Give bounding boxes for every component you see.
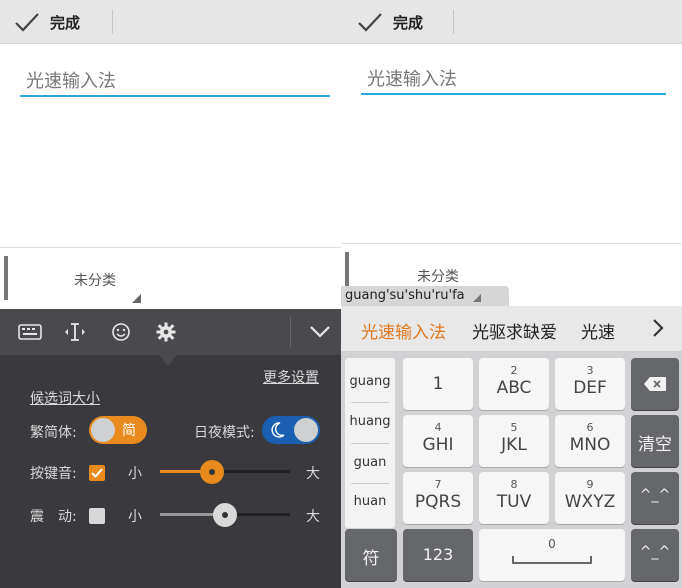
left-screenshot: 完成 未分类 更多设置 候选词大小 繁简体: 简	[0, 0, 341, 588]
emoticon-key-2[interactable]: ^_^	[631, 529, 679, 581]
done-button[interactable]: 完成	[14, 9, 80, 35]
slider-max-label: 大	[306, 466, 320, 482]
t9-keyboard: guang huang guan huan 1 2 ABC 3 DEF 4 GH…	[341, 352, 682, 588]
slider-min-label: 小	[128, 509, 142, 525]
key-6-mno[interactable]: 6 MNO	[555, 415, 625, 467]
expand-candidates-chevron-icon[interactable]	[652, 318, 664, 342]
emoticon-key[interactable]: ^_^	[631, 472, 679, 524]
divider	[290, 317, 291, 347]
emoji-icon[interactable]	[109, 321, 133, 343]
settings-pointer	[158, 354, 178, 366]
done-button[interactable]: 完成	[357, 9, 423, 35]
candidate-2[interactable]: 光驱求缺爱	[472, 318, 557, 343]
clear-key[interactable]: 清空	[631, 415, 679, 467]
collapse-chevron-icon[interactable]	[308, 321, 332, 343]
action-bar: 完成	[341, 0, 682, 44]
keyboard-icon[interactable]	[18, 321, 42, 343]
title-input[interactable]	[361, 65, 666, 95]
candidate-size-link[interactable]: 候选词大小	[30, 388, 100, 408]
category-indicator	[4, 256, 8, 300]
slider-min-label: 小	[128, 466, 142, 482]
trad-simp-value: 简	[122, 423, 136, 439]
done-label: 完成	[393, 13, 424, 32]
candidate-1[interactable]: 光速输入法	[361, 318, 446, 343]
key-sound-label: 按键音:	[30, 466, 77, 482]
divider	[351, 402, 389, 403]
candidate-3[interactable]: 光速	[581, 318, 615, 343]
moon-icon	[271, 422, 285, 438]
space-bar-icon	[512, 556, 592, 564]
symbol-key[interactable]: 符	[345, 529, 397, 581]
key-1[interactable]: 1	[403, 358, 473, 410]
pinyin-option[interactable]: huan	[345, 494, 395, 509]
pinyin-column: guang huang guan huan	[345, 358, 395, 528]
category-indicator	[345, 252, 349, 288]
action-bar: 完成	[0, 0, 341, 44]
slider-handle[interactable]	[200, 460, 224, 484]
divider	[351, 483, 389, 484]
slider-handle[interactable]	[213, 503, 237, 527]
trad-simp-label: 繁简体:	[30, 425, 77, 441]
toggle-knob	[294, 418, 318, 442]
divider	[453, 10, 454, 34]
space-key[interactable]: 0	[479, 529, 625, 581]
pinyin-composition: guang'su'shu'ru'fa	[341, 286, 509, 306]
vibration-checkbox[interactable]	[89, 508, 105, 524]
settings-panel: 更多设置 候选词大小 繁简体: 简 日夜模式: 按键音: 小 大 震 动: 小 …	[0, 355, 341, 588]
pinyin-text: guang'su'shu'ru'fa	[345, 288, 465, 303]
gear-icon[interactable]	[154, 321, 178, 343]
category-label: 未分类	[417, 269, 459, 285]
night-mode-label: 日夜模式:	[194, 425, 255, 441]
divider	[0, 247, 341, 248]
trad-simp-toggle[interactable]: 简	[89, 416, 147, 444]
key-5-jkl[interactable]: 5 JKL	[479, 415, 549, 467]
night-mode-toggle[interactable]	[262, 416, 320, 444]
corner-icon	[473, 294, 481, 302]
divider	[112, 10, 113, 34]
backspace-icon	[644, 377, 666, 391]
more-settings-link[interactable]: 更多设置	[263, 367, 319, 387]
right-screenshot: 完成 未分类 guang'su'shu'ru'fa 光速输入法 光驱求缺爱 光速…	[341, 0, 682, 588]
toggle-knob	[91, 418, 115, 442]
cursor-icon[interactable]	[63, 321, 87, 343]
divider	[341, 243, 682, 244]
slider-max-label: 大	[306, 509, 320, 525]
divider	[351, 443, 389, 444]
number-mode-key[interactable]: 123	[403, 529, 473, 581]
checkmark-icon	[15, 13, 39, 32]
key-2-abc[interactable]: 2 ABC	[479, 358, 549, 410]
dropdown-corner-icon	[132, 294, 141, 303]
key-sound-checkbox[interactable]	[89, 465, 105, 481]
key-sound-slider[interactable]	[160, 460, 290, 484]
category-label: 未分类	[74, 273, 116, 289]
backspace-key[interactable]	[631, 358, 679, 410]
key-4-ghi[interactable]: 4 GHI	[403, 415, 473, 467]
vibration-slider[interactable]	[160, 503, 290, 527]
key-9-wxyz[interactable]: 9 WXYZ	[555, 472, 625, 524]
key-8-tuv[interactable]: 8 TUV	[479, 472, 549, 524]
pinyin-option[interactable]: guang	[345, 374, 395, 389]
checkmark-icon	[91, 468, 103, 478]
key-3-def[interactable]: 3 DEF	[555, 358, 625, 410]
candidate-bar: 光速输入法 光驱求缺爱 光速	[341, 306, 682, 352]
checkmark-icon	[358, 13, 382, 32]
key-7-pqrs[interactable]: 7 PQRS	[403, 472, 473, 524]
vibration-label: 震 动:	[30, 509, 77, 525]
ime-toolbar	[0, 309, 341, 355]
done-label: 完成	[50, 13, 81, 32]
pinyin-option[interactable]: huang	[345, 414, 395, 429]
title-input[interactable]	[20, 67, 330, 97]
pinyin-option[interactable]: guan	[345, 455, 395, 470]
